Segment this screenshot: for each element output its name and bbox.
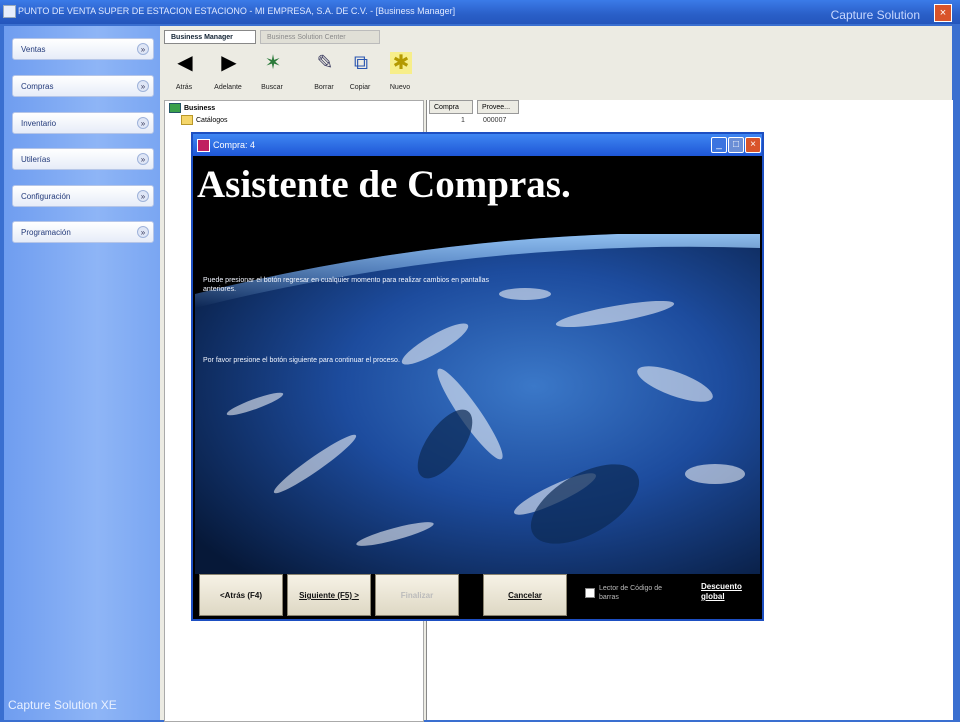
dialog-titlebar: Compra: 4 _ □ × [193, 134, 762, 156]
checkbox-box[interactable] [585, 588, 595, 598]
toolbar: ◀ Atrás ▶ Adelante ✶ Buscar ✎ Borrar ⧉ C… [164, 48, 464, 98]
chevron-expand-icon[interactable]: » [137, 190, 149, 202]
window-close-button[interactable]: × [934, 4, 952, 22]
forward-button[interactable]: ▶ Adelante [208, 48, 248, 96]
sidebar-item-label: Ventas [21, 45, 46, 54]
column-header-proveedor[interactable]: Provee... [477, 100, 519, 114]
brand-label: Capture Solution [830, 8, 920, 22]
cell-proveedor: 000007 [483, 117, 507, 124]
window-title: PUNTO DE VENTA SUPER DE ESTACION ESTACIO… [18, 6, 456, 16]
close-icon[interactable]: × [745, 137, 761, 153]
dialog-title: Compra: 4 [213, 140, 256, 150]
new-icon: ✱ [390, 52, 412, 74]
sidebar-item-inventario[interactable]: Inventario » [12, 112, 154, 134]
toolbar-button-label: Atrás [175, 84, 193, 91]
barcode-reader-label: Lector de Código de barras [599, 585, 663, 601]
cancel-button[interactable]: Cancelar [483, 574, 567, 616]
back-arrow-icon: ◀ [177, 52, 193, 74]
tree-node-catalogos[interactable]: Catálogos [181, 115, 228, 125]
chevron-expand-icon[interactable]: » [137, 80, 149, 92]
delete-button[interactable]: ✎ Borrar [304, 48, 344, 96]
back-button[interactable]: <Atrás (F4) [199, 574, 283, 616]
maximize-icon[interactable]: □ [728, 137, 744, 153]
wizard-instructions-back: Puede presionar el botón regresar en cua… [203, 277, 489, 293]
folder-icon [181, 115, 193, 125]
delete-icon: ✎ [316, 52, 334, 74]
tab-business-solution-center[interactable]: Business Solution Center [260, 30, 380, 44]
tree-node-label: Business [184, 104, 216, 112]
cancel-button-label: Cancelar [508, 591, 542, 600]
toolbar-button-label: Borrar [314, 84, 334, 91]
next-button-label: Siguiente (F5) > [299, 591, 359, 600]
sidebar-footer-brand: Capture Solution XE [8, 698, 117, 712]
next-button[interactable]: Siguiente (F5) > [287, 574, 371, 616]
chevron-expand-icon[interactable]: » [137, 117, 149, 129]
global-discount-link[interactable]: Descuento global [701, 582, 757, 602]
new-button[interactable]: ✱ Nuevo [380, 48, 420, 96]
sidebar-item-label: Configuración [21, 192, 71, 201]
sidebar-item-label: Compras [21, 82, 54, 91]
minimize-icon[interactable]: _ [711, 137, 727, 153]
dialog-app-icon [197, 139, 210, 152]
toolbar-button-label: Copiar [349, 84, 371, 91]
sidebar-item-label: Utilerías [21, 155, 51, 164]
copy-icon: ⧉ [353, 52, 369, 74]
chevron-expand-icon[interactable]: » [137, 153, 149, 165]
sidebar-item-label: Programación [21, 228, 71, 237]
tab-business-manager[interactable]: Business Manager [164, 30, 256, 44]
wizard-button-bar: <Atrás (F4) Siguiente (F5) > Finalizar C… [193, 574, 762, 619]
sidebar-item-configuracion[interactable]: Configuración » [12, 185, 154, 207]
chevron-expand-icon[interactable]: » [137, 226, 149, 238]
business-icon [169, 103, 181, 113]
sidebar-item-label: Inventario [21, 119, 57, 128]
forward-arrow-icon: ▶ [221, 52, 237, 74]
tree-node-label: Catálogos [196, 116, 228, 124]
cell-compra: 1 [461, 117, 465, 124]
copy-button[interactable]: ⧉ Copiar [340, 48, 380, 96]
toolbar-button-label: Adelante [214, 84, 242, 91]
toolbar-button-label: Buscar [261, 84, 283, 91]
search-button[interactable]: ✶ Buscar [252, 48, 292, 96]
window-titlebar: PUNTO DE VENTA SUPER DE ESTACION ESTACIO… [0, 0, 960, 24]
app-icon [3, 5, 16, 18]
sidebar-item-ventas[interactable]: Ventas » [12, 38, 154, 60]
sidebar-item-compras[interactable]: Compras » [12, 75, 154, 97]
column-header-compra[interactable]: Compra [429, 100, 473, 114]
sidebar: Ventas » Compras » Inventario » Utilería… [4, 26, 160, 720]
sidebar-item-programacion[interactable]: Programación » [12, 221, 154, 243]
finish-button[interactable]: Finalizar [375, 574, 459, 616]
chevron-expand-icon[interactable]: » [137, 43, 149, 55]
tree-node-business[interactable]: Business [169, 103, 215, 113]
back-button[interactable]: ◀ Atrás [164, 48, 204, 96]
sidebar-item-utilerias[interactable]: Utilerías » [12, 148, 154, 170]
toolbar-button-label: Nuevo [389, 84, 411, 91]
wizard-instructions-next: Por favor presione el botón siguiente pa… [203, 357, 400, 364]
wizard-heading: Asistente de Compras. [197, 163, 571, 206]
search-icon: ✶ [264, 52, 282, 74]
purchase-wizard-dialog: Compra: 4 _ □ × Asistente de Compras. Pu… [191, 132, 764, 621]
